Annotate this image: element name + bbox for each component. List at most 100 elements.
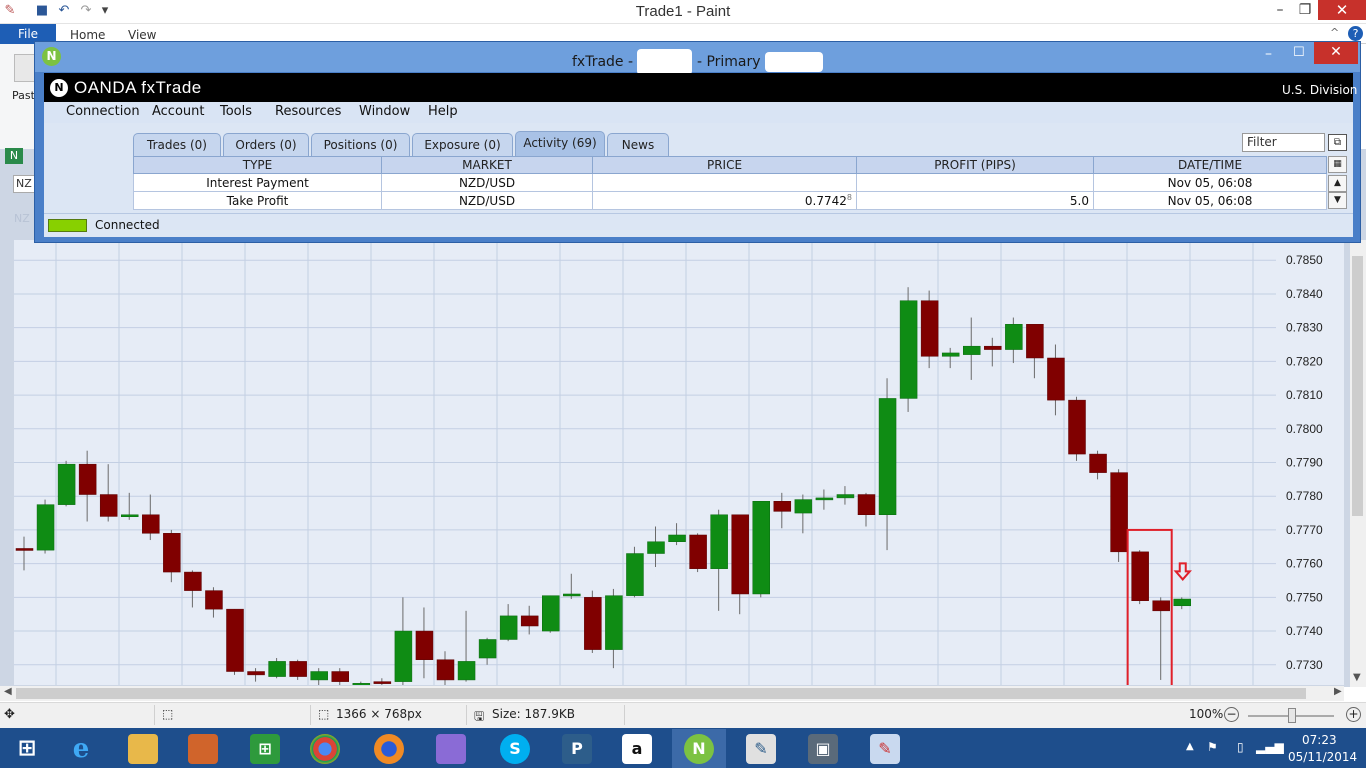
candle-down xyxy=(584,597,602,650)
tray-expand-icon[interactable]: ▲ xyxy=(1186,741,1194,752)
fxtrade-app-icon[interactable]: N xyxy=(42,47,61,66)
cell-market: NZD/USD xyxy=(381,173,593,192)
candle-up xyxy=(1005,324,1023,350)
paint-close-button[interactable]: ✕ xyxy=(1318,0,1366,20)
chrome-icon xyxy=(310,733,340,764)
fxtrade-title: fxTrade - - Primary xyxy=(35,49,1360,75)
undo-icon[interactable]: ↶ xyxy=(56,3,72,19)
quick-access-dropdown-icon[interactable]: ▾ xyxy=(97,3,113,19)
tab-activity[interactable]: Activity (69) xyxy=(515,131,605,156)
candle-up xyxy=(941,352,960,357)
taskbar-firefox[interactable] xyxy=(362,729,416,768)
taskbar-app3[interactable]: P xyxy=(550,729,604,768)
clock-time[interactable]: 07:23 xyxy=(1302,733,1337,747)
cell-price: 0.77428 xyxy=(592,191,857,210)
candle-down xyxy=(289,661,307,677)
redo-icon[interactable]: ↷ xyxy=(78,3,94,19)
zoom-slider-thumb[interactable] xyxy=(1288,708,1296,723)
taskbar-fxtrade[interactable]: N xyxy=(672,729,726,768)
column-header-price[interactable]: PRICE xyxy=(592,156,857,174)
save-icon[interactable]: ■ xyxy=(34,3,50,19)
taskbar-amazon[interactable]: a xyxy=(610,729,664,768)
firefox-icon xyxy=(374,733,404,764)
menu-connection[interactable]: Connection xyxy=(66,104,140,119)
scroll-left-icon[interactable]: ◀ xyxy=(4,686,12,697)
tab-home[interactable]: Home xyxy=(70,28,105,42)
candle-up xyxy=(710,514,728,569)
taskbar-app[interactable] xyxy=(176,729,230,768)
detach-window-icon[interactable]: ⧉ xyxy=(1328,134,1347,151)
price-value: 0.7742 xyxy=(804,194,847,208)
taskbar-paint[interactable]: ✎ xyxy=(858,729,912,768)
column-header-profit[interactable]: PROFIT (PIPS) xyxy=(856,156,1094,174)
table-scroll-up-button[interactable]: ▲ xyxy=(1328,175,1347,192)
taskbar-store[interactable]: ⊞ xyxy=(238,729,292,768)
candle-down xyxy=(15,548,34,551)
menu-window[interactable]: Window xyxy=(359,104,410,119)
horizontal-scroll-thumb[interactable] xyxy=(16,688,1306,699)
candle-down xyxy=(142,514,160,534)
candle-down xyxy=(1110,472,1128,553)
candle-up xyxy=(647,541,665,554)
action-center-icon[interactable]: ⚑ xyxy=(1207,740,1218,754)
y-tick-label: 0.7770 xyxy=(1286,523,1323,537)
start-button[interactable]: ⊞ xyxy=(0,729,54,768)
ribbon-collapse-icon[interactable]: ^ xyxy=(1330,26,1339,39)
candle-up xyxy=(1173,598,1191,607)
fxtrade-minimize-button[interactable]: – xyxy=(1265,46,1272,62)
image-size-icon: ⬚ xyxy=(318,707,330,721)
tab-news[interactable]: News xyxy=(607,133,669,156)
menu-help[interactable]: Help xyxy=(428,104,458,119)
column-header-type[interactable]: TYPE xyxy=(133,156,382,174)
paste-label[interactable]: Past xyxy=(12,89,35,102)
paste-icon[interactable] xyxy=(14,54,36,82)
taskbar-chrome[interactable] xyxy=(298,729,352,768)
zoom-out-button[interactable]: − xyxy=(1224,707,1239,722)
fxtrade-maximize-button[interactable]: ☐ xyxy=(1293,45,1305,60)
taskbar-explorer[interactable] xyxy=(116,729,170,768)
taskbar-skype[interactable]: S xyxy=(488,729,542,768)
connection-status-text: Connected xyxy=(95,218,160,232)
table-row[interactable]: Interest Payment NZD/USD Nov 05, 06:08 xyxy=(133,173,1327,192)
help-icon[interactable]: ? xyxy=(1348,26,1363,41)
y-tick-label: 0.7780 xyxy=(1286,489,1323,503)
taskbar-app4[interactable]: ✎ xyxy=(734,729,788,768)
table-scroll-down-button[interactable]: ▼ xyxy=(1328,192,1347,209)
tab-positions[interactable]: Positions (0) xyxy=(311,133,410,156)
column-header-market[interactable]: MARKET xyxy=(381,156,593,174)
candle-up xyxy=(457,661,476,681)
candle-up xyxy=(794,499,813,514)
oanda-brand-text: OANDA fxTrade xyxy=(74,78,202,97)
fxtrade-close-button[interactable]: ✕ xyxy=(1314,42,1358,64)
candle-down xyxy=(773,501,792,512)
chart-window-icon[interactable]: N xyxy=(5,148,23,164)
scroll-down-icon[interactable]: ▼ xyxy=(1353,672,1361,683)
tab-exposure[interactable]: Exposure (0) xyxy=(412,133,513,156)
vertical-scroll-thumb[interactable] xyxy=(1352,256,1363,516)
menu-tools[interactable]: Tools xyxy=(220,104,252,119)
tab-view[interactable]: View xyxy=(128,28,156,42)
taskbar-ie[interactable]: e xyxy=(54,729,108,768)
clock-date[interactable]: 05/11/2014 xyxy=(1288,750,1357,764)
menu-account[interactable]: Account xyxy=(152,104,205,119)
paint-app-icon[interactable]: ✎ xyxy=(2,3,18,19)
y-tick-label: 0.7730 xyxy=(1286,658,1323,672)
table-row[interactable]: Take Profit NZD/USD 0.77428 5.0 Nov 05, … xyxy=(133,191,1327,210)
tab-orders[interactable]: Orders (0) xyxy=(223,133,309,156)
scroll-right-icon[interactable]: ▶ xyxy=(1334,686,1342,697)
tab-trades[interactable]: Trades (0) xyxy=(133,133,221,156)
menu-resources[interactable]: Resources xyxy=(275,104,341,119)
column-header-datetime[interactable]: DATE/TIME xyxy=(1093,156,1327,174)
taskbar-app5[interactable]: ▣ xyxy=(796,729,850,768)
zoom-in-button[interactable]: + xyxy=(1346,707,1361,722)
candle-up xyxy=(563,593,581,597)
candle-down xyxy=(1068,399,1086,455)
network-icon[interactable]: ▂▄▆ xyxy=(1256,740,1284,754)
battery-icon[interactable]: ▯ xyxy=(1237,740,1244,754)
column-chooser-icon[interactable]: ▦ xyxy=(1328,156,1347,173)
candle-up xyxy=(268,661,286,677)
fxtrade-title-prefix: fxTrade - xyxy=(571,54,634,70)
paint-maximize-button[interactable]: ❐ xyxy=(1290,0,1320,22)
filter-input[interactable]: Filter xyxy=(1242,133,1325,152)
taskbar-app2[interactable] xyxy=(424,729,478,768)
